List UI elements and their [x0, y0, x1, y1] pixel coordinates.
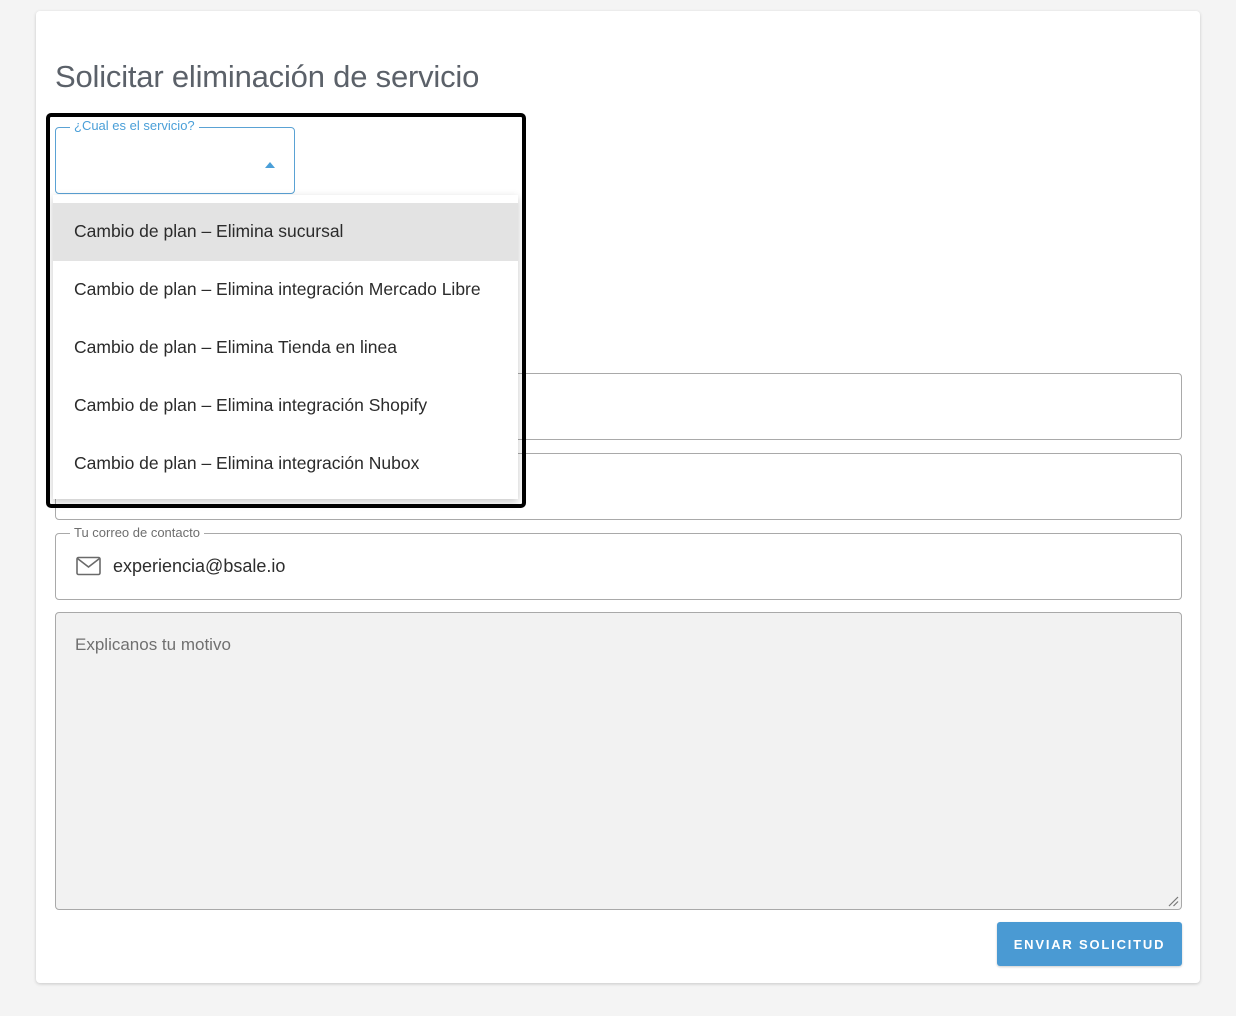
service-option[interactable]: Cambio de plan – Elimina Tienda en linea	[53, 319, 518, 377]
reason-textarea[interactable]: Explicanos tu motivo	[55, 612, 1182, 910]
mail-icon	[76, 556, 101, 576]
chevron-up-icon[interactable]	[265, 162, 275, 168]
service-option[interactable]: Cambio de plan – Elimina sucursal	[53, 203, 518, 261]
service-option[interactable]: Cambio de plan – Elimina integración Sho…	[53, 377, 518, 435]
service-options-menu: Cambio de plan – Elimina sucursal Cambio…	[53, 195, 518, 499]
service-option[interactable]: Cambio de plan – Elimina integración Mer…	[53, 261, 518, 319]
submit-request-button[interactable]: ENVIAR SOLICITUD	[997, 922, 1182, 966]
page-title: Solicitar eliminación de servicio	[55, 59, 480, 94]
service-select[interactable]: ¿Cual es el servicio?	[55, 119, 295, 194]
contact-email-label: Tu correo de contacto	[70, 526, 204, 540]
contact-email-field[interactable]: Tu correo de contacto experiencia@bsale.…	[55, 526, 1182, 600]
service-option[interactable]: Cambio de plan – Elimina integración Nub…	[53, 435, 518, 493]
reason-placeholder: Explicanos tu motivo	[75, 635, 231, 654]
resize-handle-icon[interactable]	[1167, 895, 1179, 907]
service-select-label: ¿Cual es el servicio?	[70, 119, 199, 133]
contact-email-value: experiencia@bsale.io	[113, 556, 286, 576]
